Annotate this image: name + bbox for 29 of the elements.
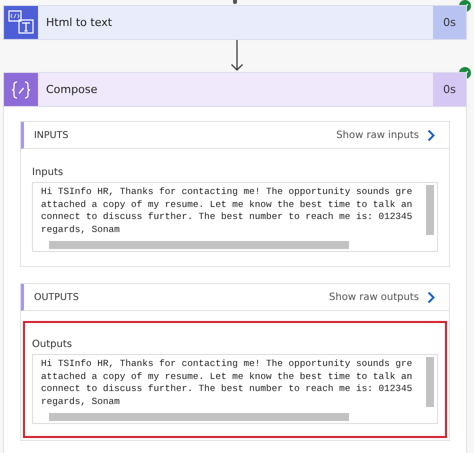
field-label: Outputs	[32, 339, 73, 350]
text-line: attached a copy of my resume. Let me know the best time to talk an	[41, 370, 414, 383]
text-line: attached a copy of my resume. Let me know the best time to talk an	[41, 198, 414, 211]
step-duration: 0s	[433, 6, 466, 39]
text-line: regards, Sonam	[41, 224, 121, 236]
section-title: INPUTS	[34, 130, 70, 140]
vertical-scrollbar[interactable]	[426, 185, 434, 235]
chevron-right-icon	[427, 290, 435, 304]
down-arrow-icon	[230, 40, 244, 72]
field-label: Inputs	[32, 167, 64, 178]
horizontal-scrollbar[interactable]	[49, 413, 349, 421]
step-duration: 0s	[433, 73, 466, 106]
vertical-scrollbar[interactable]	[426, 357, 434, 407]
show-raw-link[interactable]: Show raw outputs	[329, 290, 435, 304]
text-line: connect to discuss further. The best number to reach me is: 012345	[41, 383, 414, 396]
show-raw-link[interactable]: Show raw inputs	[336, 128, 435, 142]
section-title: OUTPUTS	[34, 292, 80, 302]
text-line: Hi TSInfo HR, Thanks for contacting me! The opportunity sounds gre	[41, 186, 414, 198]
step-title: Html to text	[46, 16, 114, 29]
horizontal-scrollbar[interactable]	[49, 241, 349, 249]
chevron-right-icon	[427, 128, 435, 142]
text-line: Hi TSInfo HR, Thanks for contacting me! The opportunity sounds gre	[41, 358, 414, 370]
step-title: Compose	[46, 83, 98, 96]
text-output-field[interactable]	[32, 354, 438, 424]
step-card[interactable]: Html to text 0s	[3, 5, 467, 40]
text-line: connect to discuss further. The best number to reach me is: 012345	[41, 211, 414, 224]
step-card[interactable]: Compose 0s	[3, 72, 467, 107]
text-line: regards, Sonam	[41, 396, 121, 408]
text-output-field[interactable]	[32, 182, 438, 252]
